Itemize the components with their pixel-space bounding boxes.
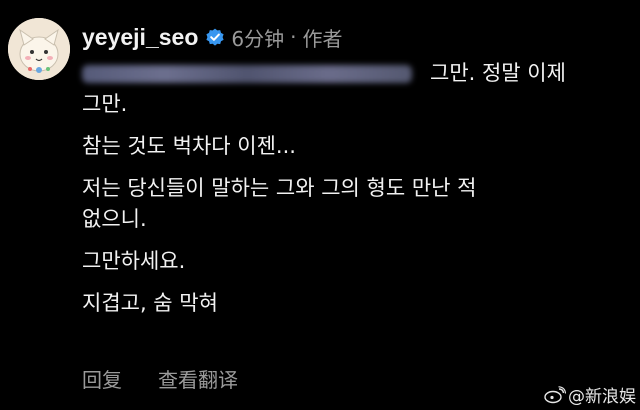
comment-line-2: 그만. (82, 92, 128, 116)
comment-paragraph-1: 그만. 정말 이제 그만. (82, 58, 632, 120)
watermark: @新浪娱 (544, 382, 636, 407)
author-tag: 作者 (302, 26, 343, 51)
comment-actions: 回复 查看翻译 (82, 364, 274, 393)
comment-line-1: 그만. 정말 이제 (430, 61, 566, 85)
reply-button[interactable]: 回复 (82, 364, 122, 393)
comment-line-6: 그만하세요. (82, 249, 186, 273)
comment-line-7: 지겹고, 숨 막혀 (82, 291, 218, 315)
username[interactable]: yeyeji_seo (82, 24, 198, 51)
comment-paragraph-2: 참는 것도 벅차다 이젠... (82, 131, 632, 162)
comment-line-5: 없으니. (82, 207, 147, 231)
weibo-logo-icon (544, 385, 566, 403)
blurred-mention[interactable] (82, 65, 412, 83)
see-translation-button[interactable]: 查看翻译 (158, 364, 238, 393)
comment-paragraph-4: 그만하세요. (82, 246, 632, 277)
comment-paragraph-5: 지겹고, 숨 막혀 (82, 288, 632, 319)
watermark-text: @新浪娱 (568, 387, 636, 407)
avatar[interactable] (8, 18, 70, 80)
comment-time: 6分钟 (231, 26, 285, 51)
comment-header: yeyeji_seo 6分钟 · 作者 (82, 20, 342, 54)
comment-line-3: 참는 것도 벅차다 이젠... (82, 134, 296, 158)
meta-separator: · (290, 25, 297, 49)
comment-body: 그만. 정말 이제 그만. 참는 것도 벅차다 이젠... 저는 당신들이 말하… (82, 58, 632, 330)
comment-paragraph-3: 저는 당신들이 말하는 그와 그의 형도 만난 적 없으니. (82, 173, 632, 235)
comment-line-4: 저는 당신들이 말하는 그와 그의 형도 만난 적 (82, 176, 477, 200)
avatar-illustration (8, 18, 70, 80)
verified-badge-icon (205, 27, 225, 47)
